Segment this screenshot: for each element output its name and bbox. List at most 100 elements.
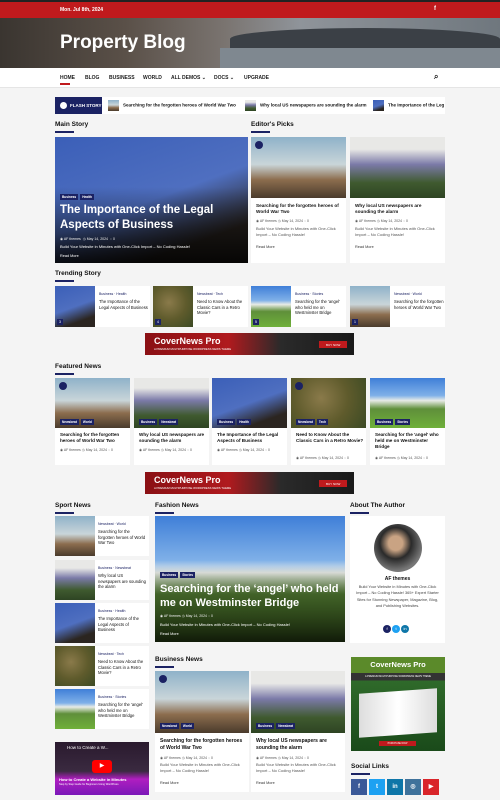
ad-banner[interactable]: CoverNews Pro A PREMIUM MULTIPURPOSE WORD… [145, 333, 354, 355]
post-title[interactable]: Searching for the 'angel' who held me on… [375, 432, 443, 451]
sport-item[interactable]: Business · Stories Searching for the 'an… [55, 689, 149, 729]
tag[interactable]: Business [256, 723, 275, 729]
post-categories[interactable]: Newsbeat · Tech [197, 292, 223, 296]
twitter-icon[interactable]: t [369, 779, 385, 795]
post-title[interactable]: The Importance of the Legal Aspects of B… [217, 432, 285, 444]
tag[interactable]: Stories [180, 572, 195, 578]
side-ad[interactable]: CoverNews Pro A PREMIUM MULTIPURPOSE WOR… [351, 657, 445, 751]
sport-item[interactable]: Newsbeat · World Searching for the forgo… [55, 516, 149, 556]
fashion-featured-card[interactable]: Business Stories Searching for the ‘angel… [155, 516, 345, 642]
purchase-button[interactable]: PURCHASE NOW [379, 741, 416, 746]
tag[interactable]: Health [80, 194, 94, 200]
ticker-item[interactable]: Why local US newspapers are sounding the… [245, 100, 367, 111]
read-more-link[interactable]: Read More [256, 245, 275, 249]
tag[interactable]: Business [375, 419, 394, 425]
nav-docs[interactable]: DOCS ⌄ [214, 75, 234, 81]
tag[interactable]: Newsbeat [159, 419, 179, 425]
featured-card[interactable]: Newsbeat Tech Need to Know About the Clas… [291, 378, 366, 465]
youtube-icon[interactable]: ▶ [423, 779, 439, 795]
post-title[interactable]: Searching for the forgotten heroes of Wo… [256, 203, 342, 216]
tag[interactable]: Business [60, 194, 79, 200]
linkedin-icon[interactable]: in [401, 625, 409, 633]
editors-pick-card[interactable]: Why local US newspapers are sounding the… [350, 137, 445, 263]
tag[interactable]: World [80, 419, 94, 425]
post-categories[interactable]: Newsbeat · Tech [98, 652, 124, 656]
ticker-item[interactable]: The Importance of the Leg [373, 100, 444, 111]
buy-now-button[interactable]: BUY NOW [319, 341, 348, 348]
read-more-link[interactable]: Read More [355, 245, 374, 249]
featured-card[interactable]: Business Stories Searching for the 'angel… [370, 378, 445, 465]
post-categories[interactable]: Newsbeat · World [394, 292, 422, 296]
play-icon[interactable]: ▶ [92, 760, 112, 773]
post-title[interactable]: Searching for the forgotten heroes of Wo… [60, 432, 128, 444]
featured-card[interactable]: Newsbeat World Searching for the forgotte… [55, 378, 130, 465]
featured-card[interactable]: Business Health The Importance of the Leg… [212, 378, 287, 465]
post-categories[interactable]: Business · Stories [295, 292, 323, 296]
ad-banner[interactable]: CoverNews Pro A PREMIUM MULTIPURPOSE WORD… [145, 472, 354, 494]
ticker-item[interactable]: Searching for the forgotten heroes of Wo… [108, 100, 236, 111]
post-title[interactable]: Why local US newspapers are sounding the… [98, 573, 146, 590]
post-title[interactable]: Why local US newspapers are sounding the… [355, 203, 441, 216]
tag[interactable]: Newsbeat [160, 723, 179, 729]
read-more-link[interactable]: Read More [160, 632, 179, 636]
main-story-card[interactable]: Business Health The Importance of the Leg… [55, 137, 248, 263]
nav-home[interactable]: HOME [60, 75, 75, 85]
post-title[interactable]: Searching for the forgotten heroes of Wo… [394, 299, 444, 310]
tag[interactable]: Health [237, 419, 251, 425]
facebook-icon[interactable]: f [351, 779, 367, 795]
business-card[interactable]: Business Newsbeat Why local US newspapers… [251, 671, 345, 792]
instagram-icon[interactable]: ◎ [405, 779, 421, 795]
search-icon[interactable]: ⌕ [434, 72, 438, 82]
tag[interactable]: Newsbeat [296, 419, 315, 425]
read-more-link[interactable]: Read More [160, 781, 179, 785]
nav-business[interactable]: BUSINESS [109, 75, 135, 81]
trending-item[interactable]: 1 Newsbeat · World Searching for the for… [350, 286, 445, 327]
tag[interactable]: World [180, 723, 194, 729]
post-title[interactable]: Searching for the forgotten heroes of Wo… [160, 738, 246, 752]
post-title[interactable]: Why local US newspapers are sounding the… [256, 738, 342, 752]
post-categories[interactable]: Business · Stories [98, 695, 126, 699]
buy-now-button[interactable]: BUY NOW [319, 480, 348, 487]
post-categories[interactable]: Business · Health [98, 609, 125, 613]
post-title[interactable]: Searching for the forgotten heroes of Wo… [98, 529, 146, 546]
nav-blog[interactable]: BLOG [85, 75, 99, 81]
tag[interactable]: Business [217, 419, 236, 425]
nav-all-demos[interactable]: ALL DEMOS ⌄ [171, 75, 206, 81]
post-title[interactable]: Need to Know About the Classic Cars in a… [197, 299, 247, 316]
post-title[interactable]: Need to Know About the Classic Cars in a… [98, 659, 146, 676]
site-title[interactable]: Property Blog [60, 32, 186, 54]
trending-item[interactable]: 5 Business · Stories Searching for the '… [251, 286, 346, 327]
sport-item[interactable]: Newsbeat · Tech Need to Know About the C… [55, 646, 149, 686]
business-card[interactable]: Newsbeat World Searching for the forgotte… [155, 671, 249, 792]
twitter-icon[interactable]: t [392, 625, 400, 633]
post-title[interactable]: Searching for the 'angel' who held me on… [295, 299, 345, 316]
tag[interactable]: Newsbeat [276, 723, 296, 729]
featured-card[interactable]: Business Newsbeat Why local US newspapers… [134, 378, 209, 465]
nav-world[interactable]: WORLD [143, 75, 162, 81]
post-title[interactable]: The Importance of the Legal Aspects of B… [99, 299, 149, 310]
tag[interactable]: Newsbeat [60, 419, 79, 425]
post-title[interactable]: Need to Know About the Classic Cars in a… [296, 432, 364, 444]
tag[interactable]: Business [160, 572, 179, 578]
tag[interactable]: Business [139, 419, 158, 425]
tag[interactable]: Tech [316, 419, 329, 425]
nav-upgrade[interactable]: UPGRADE [244, 75, 269, 81]
post-categories[interactable]: Business · Health [99, 292, 126, 296]
post-title[interactable]: Searching for the ‘angel’ who held me on… [160, 582, 345, 611]
post-title[interactable]: The Importance of the Legal Aspects of B… [98, 616, 146, 633]
read-more-link[interactable]: Read More [60, 254, 79, 258]
post-categories[interactable]: Business · Newsbeat [98, 566, 131, 570]
sport-item[interactable]: Business · Health The Importance of the … [55, 603, 149, 643]
facebook-icon[interactable]: f [434, 6, 436, 12]
post-categories[interactable]: Newsbeat · World [98, 522, 126, 526]
post-title[interactable]: Searching for the 'angel' who held me on… [98, 702, 146, 719]
main-story-title[interactable]: The Importance of the Legal Aspects of B… [60, 203, 240, 233]
read-more-link[interactable]: Read More [256, 781, 275, 785]
facebook-icon[interactable]: f [383, 625, 391, 633]
trending-item[interactable]: 4 Newsbeat · Tech Need to Know About the… [153, 286, 248, 327]
video-embed[interactable]: How to Create a W... ▶ How to Create a W… [55, 742, 149, 795]
linkedin-icon[interactable]: in [387, 779, 403, 795]
editors-pick-card[interactable]: Searching for the forgotten heroes of Wo… [251, 137, 346, 263]
trending-item[interactable]: 3 Business · Health The Importance of th… [55, 286, 150, 327]
tag[interactable]: Stories [395, 419, 410, 425]
